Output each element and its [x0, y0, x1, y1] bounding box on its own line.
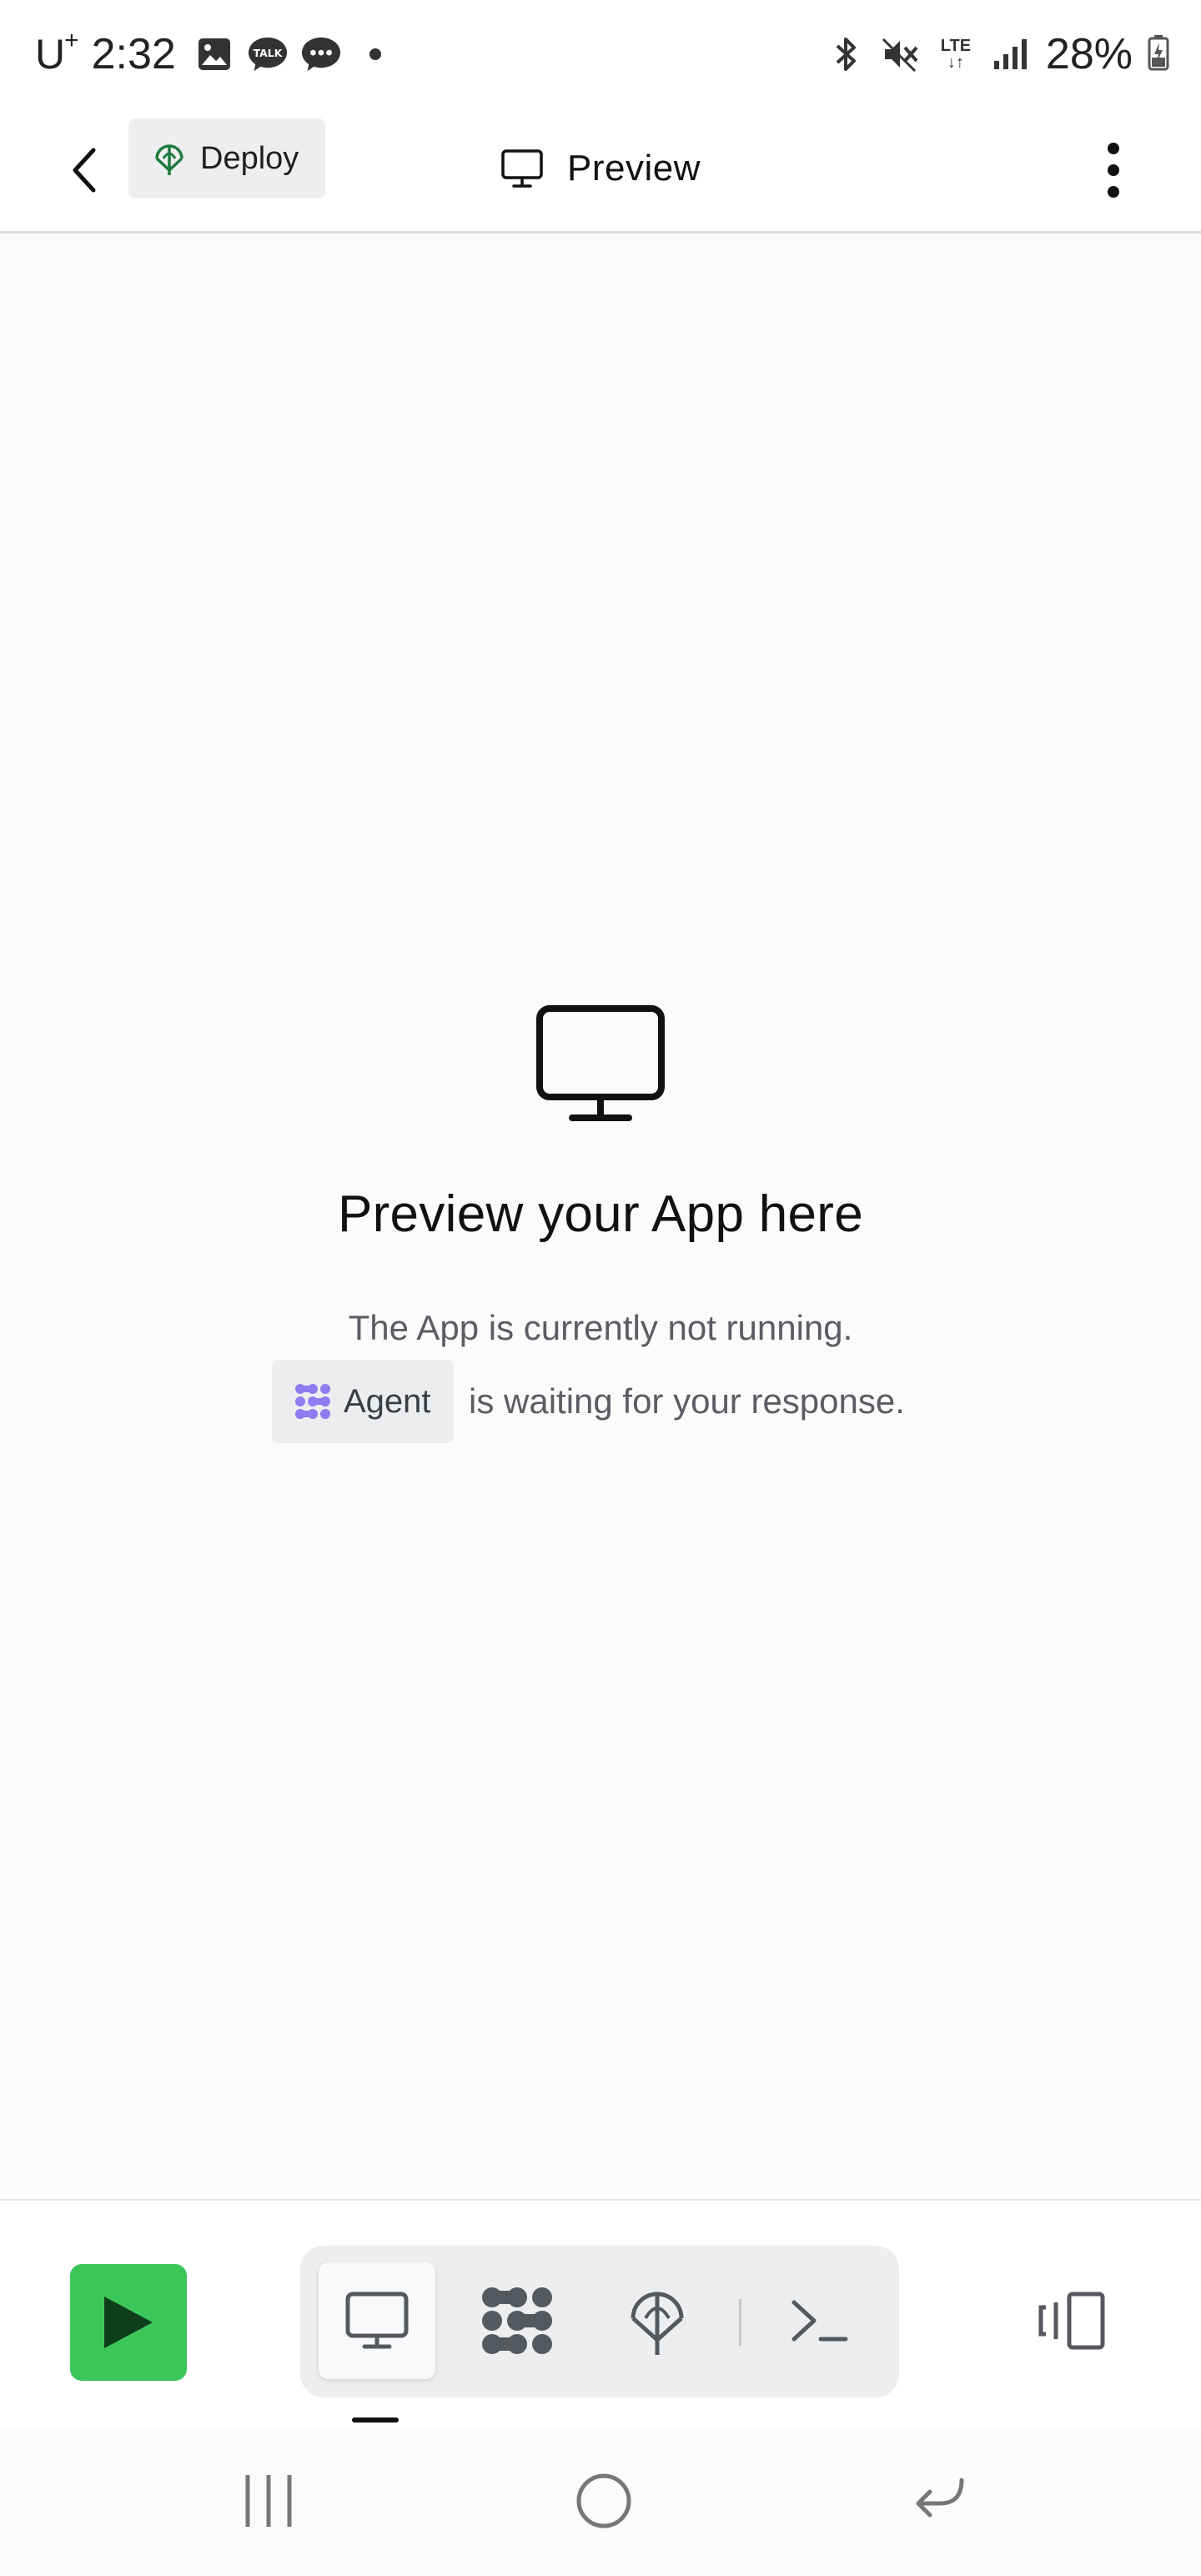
tool-switcher: [300, 2246, 899, 2397]
clock: 2:32: [91, 30, 176, 78]
svg-text:TALK: TALK: [253, 47, 283, 59]
terminal-icon: [791, 2300, 848, 2342]
deploy-icon: [631, 2292, 684, 2355]
preview-monitor-icon: [535, 1004, 666, 1124]
battery-percent: 28%: [1045, 30, 1133, 78]
agent-chip[interactable]: Agent: [272, 1360, 454, 1443]
bluetooth-icon: [826, 34, 866, 74]
agent-chip-label: Agent: [344, 1382, 431, 1420]
vertical-dots-icon: [1108, 143, 1119, 198]
bottom-toolbar: [0, 2199, 1201, 2429]
recent-apps-button[interactable]: [219, 2459, 319, 2543]
tool-separator: [739, 2299, 741, 2346]
agent-waiting-message: Agent is waiting for your response.: [272, 1360, 905, 1443]
lte-icon: LTE ↓↑: [940, 37, 972, 72]
layout-toggle-button[interactable]: [1023, 2271, 1123, 2371]
signal-icon: [991, 34, 1031, 74]
run-button[interactable]: [70, 2264, 187, 2381]
home-button[interactable]: [554, 2459, 654, 2543]
page-title: Preview: [567, 148, 701, 189]
gallery-notification-icon: [194, 34, 234, 74]
agent-icon: [482, 2287, 552, 2354]
status-bar-right: LTE ↓↑ 28%: [826, 25, 1169, 83]
empty-state-title: Preview your App here: [337, 1185, 864, 1243]
battery-icon: [1148, 34, 1169, 75]
monitor-icon: [501, 149, 543, 188]
carrier-label: U+: [35, 27, 79, 78]
tool-preview-button[interactable]: [319, 2262, 435, 2379]
play-icon: [104, 2297, 153, 2348]
split-panel-icon: [1038, 2292, 1105, 2350]
active-tool-indicator: [352, 2418, 399, 2423]
recent-apps-icon: [245, 2475, 292, 2527]
deploy-label: Deploy: [200, 140, 299, 176]
agent-icon: [295, 1384, 330, 1419]
preview-title: Preview: [500, 128, 701, 209]
back-button[interactable]: [55, 130, 115, 210]
message-notification-icon: [301, 34, 341, 74]
deploy-icon: [155, 144, 183, 175]
deploy-button[interactable]: Deploy: [128, 118, 325, 199]
mute-icon: [881, 34, 921, 74]
tool-agent-button[interactable]: [459, 2262, 575, 2379]
status-bar-left: U+ 2:32 TALK: [35, 25, 381, 83]
more-notifications-dot-icon: [369, 48, 381, 60]
monitor-icon: [345, 2292, 409, 2349]
back-arrow-icon: [916, 2478, 964, 2518]
more-options-button[interactable]: [1084, 130, 1143, 210]
system-navigation-bar: [0, 2429, 1201, 2576]
agent-waiting-text: is waiting for your response.: [469, 1381, 905, 1421]
tool-deploy-button[interactable]: [599, 2262, 716, 2379]
chevron-left-icon: [73, 148, 96, 193]
app-header: Deploy Preview: [0, 110, 1201, 234]
tool-shell-button[interactable]: [761, 2262, 877, 2379]
home-circle-icon: [576, 2473, 631, 2528]
system-back-button[interactable]: [889, 2459, 989, 2543]
talk-notification-icon: TALK: [248, 34, 288, 74]
empty-state-message: The App is currently not running.: [348, 1308, 853, 1347]
status-bar: U+ 2:32 TALK LTE ↓↑ 28%: [0, 0, 1201, 110]
